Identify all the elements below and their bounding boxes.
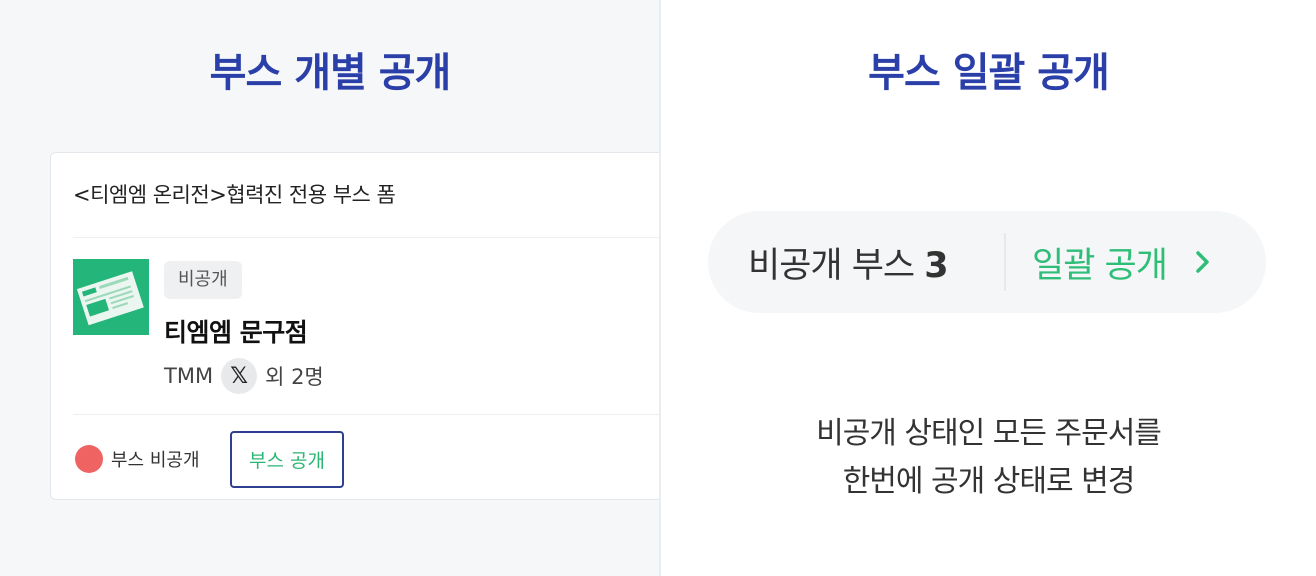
- chevron-right-icon: [1196, 251, 1209, 273]
- member-extra-count: 외 2명: [265, 365, 324, 389]
- private-booth-label: 비공개 부스: [748, 245, 915, 286]
- bulk-open-title: 부스 일괄 공개: [868, 50, 1110, 96]
- pill-separator: [1004, 233, 1006, 291]
- individual-open-panel: 부스 개별 공개 <티엠엠 온리전>협력진 전용 부스 폼 비공개 티엠엠 문구…: [0, 0, 660, 576]
- stationery-image-icon: [73, 259, 149, 335]
- card-divider-bottom: [73, 414, 660, 415]
- status-label: 부스 비공개: [111, 450, 200, 471]
- shop-thumbnail: [73, 259, 149, 335]
- bulk-open-panel: 부스 일괄 공개 비공개 부스 3 일괄 공개 비공개 상태인 모든 주문서를 …: [661, 0, 1316, 576]
- individual-open-title: 부스 개별 공개: [209, 50, 452, 96]
- shop-name: 티엠엠 문구점: [164, 318, 308, 347]
- private-badge: 비공개: [164, 261, 242, 299]
- member-list: TMM 𝕏 외 2명: [164, 358, 324, 394]
- card-divider: [73, 237, 660, 238]
- member-primary: TMM: [164, 364, 214, 388]
- booth-status: 부스 비공개: [75, 445, 200, 473]
- form-title: <티엠엠 온리전>협력진 전용 부스 폼: [73, 183, 396, 207]
- x-logo-icon: 𝕏: [221, 358, 258, 394]
- description-line-2: 한번에 공개 상태로 변경: [842, 464, 1136, 499]
- booth-form-card: <티엠엠 온리전>협력진 전용 부스 폼 비공개 티엠엠 문구점 TMM 𝕏 외…: [50, 152, 660, 500]
- private-booth-count: 비공개 부스 3: [748, 237, 949, 288]
- description-line-1: 비공개 상태인 모든 주문서를: [816, 416, 1162, 451]
- bulk-open-bar: 비공개 부스 3 일괄 공개: [708, 211, 1266, 313]
- open-booth-button[interactable]: 부스 공개: [230, 431, 344, 488]
- bulk-open-button[interactable]: 일괄 공개: [1032, 237, 1215, 288]
- private-booth-number: 3: [924, 245, 948, 286]
- status-dot-icon: [75, 445, 103, 473]
- bulk-open-label: 일괄 공개: [1032, 245, 1168, 286]
